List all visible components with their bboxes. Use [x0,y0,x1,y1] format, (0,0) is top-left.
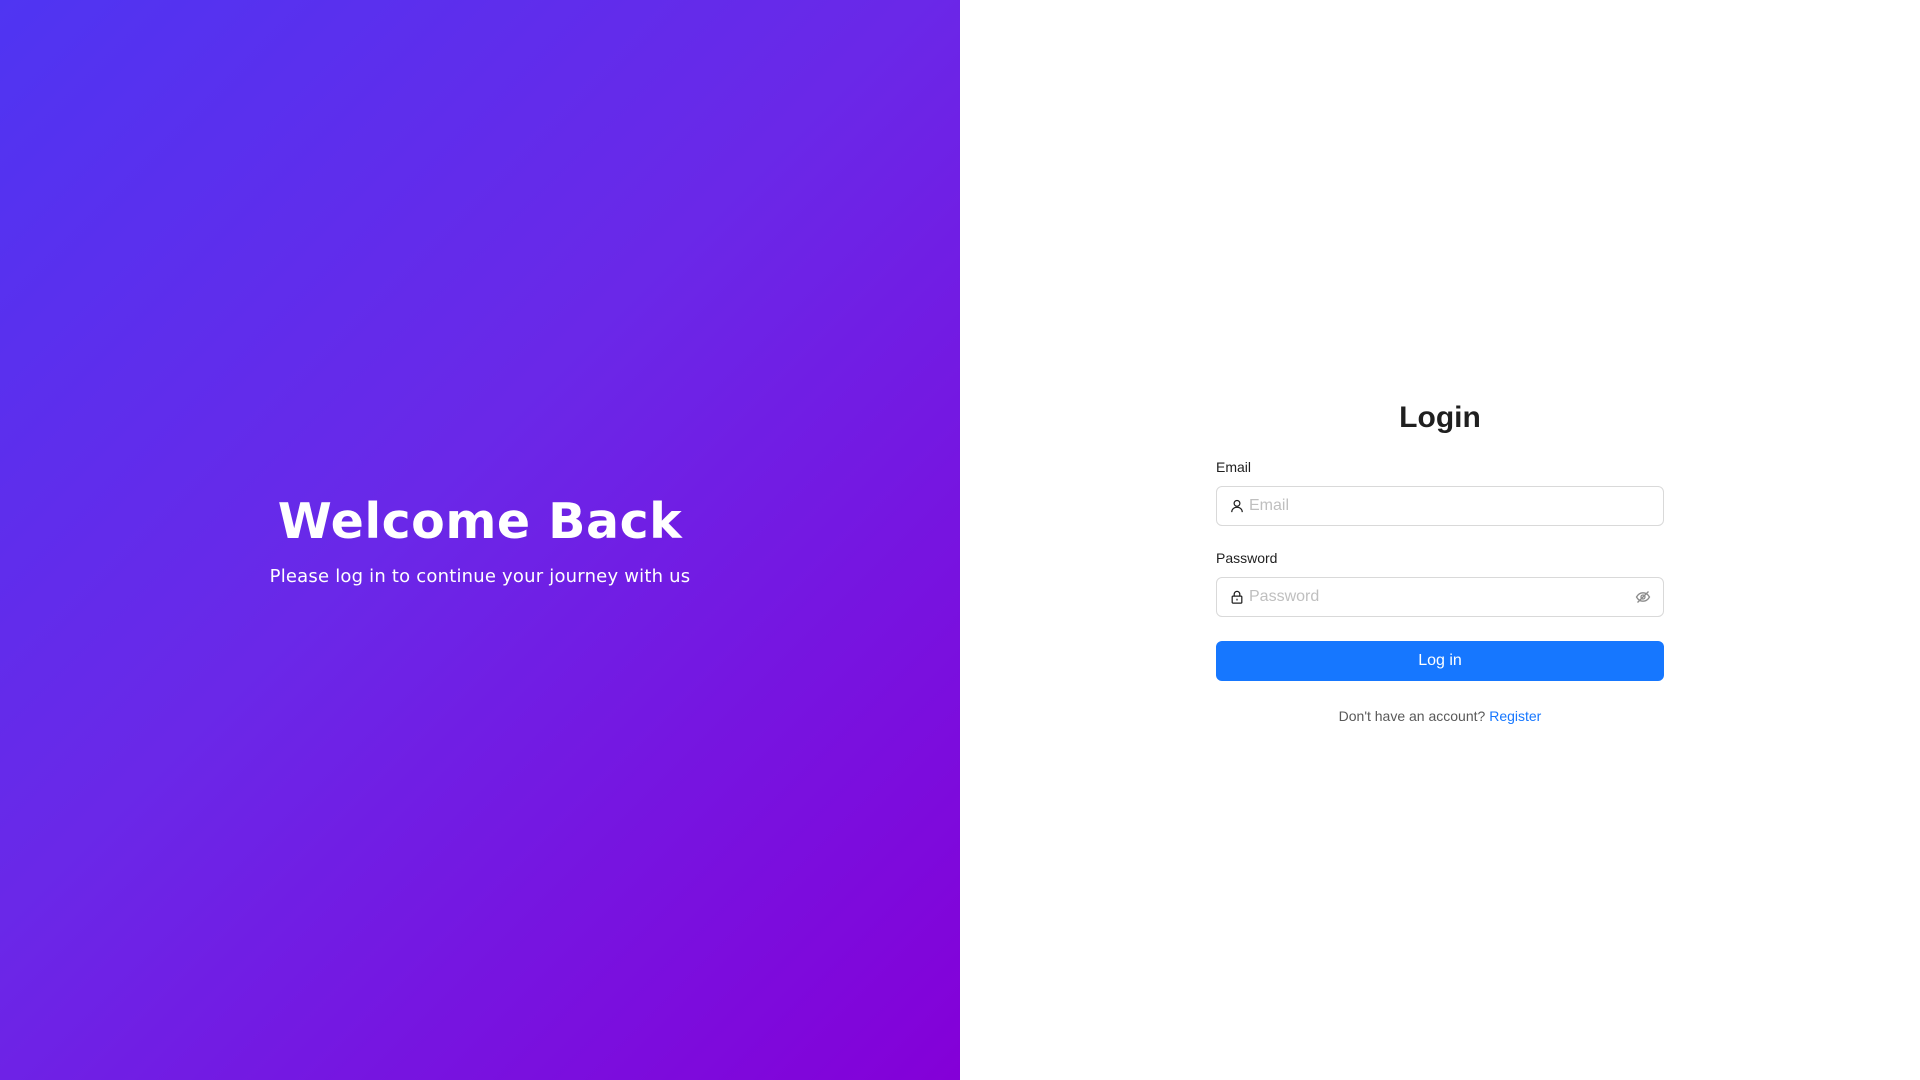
email-input[interactable] [1249,486,1663,525]
email-field-group: Email [1216,459,1664,526]
lock-icon [1229,589,1245,605]
login-title: Login [1399,400,1481,434]
login-panel: Login Email Password [960,0,1920,1080]
hero-title: Welcome Back [277,493,683,550]
register-link[interactable]: Register [1489,708,1541,724]
hero-subtitle: Please log in to continue your journey w… [269,566,691,587]
email-input-wrapper[interactable] [1216,485,1664,526]
eye-invisible-icon[interactable] [1634,588,1652,606]
register-prompt: Don't have an account? Register [1216,708,1664,724]
user-icon [1229,498,1245,514]
password-label: Password [1216,549,1278,566]
email-label: Email [1216,458,1252,475]
login-form: Login Email Password [1216,401,1664,724]
password-input[interactable] [1249,577,1634,616]
password-field-group: Password [1216,550,1664,617]
welcome-hero-panel: Welcome Back Please log in to continue y… [0,0,960,1080]
login-button[interactable]: Log in [1216,640,1664,681]
no-account-text: Don't have an account? [1338,707,1486,724]
password-input-wrapper[interactable] [1216,576,1664,617]
login-page: Welcome Back Please log in to continue y… [0,0,1920,1080]
